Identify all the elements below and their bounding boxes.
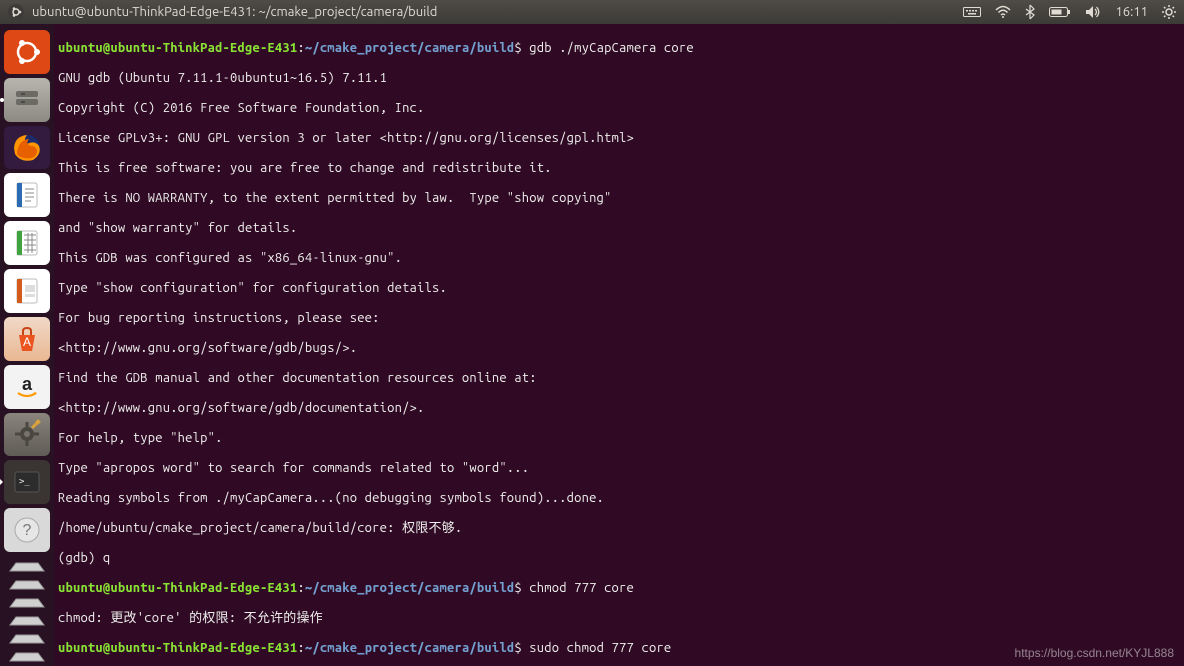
firefox-tile[interactable] [4,126,50,170]
terminal-line: ubuntu@ubuntu-ThinkPad-Edge-E431:~/cmake… [58,641,1180,656]
stack-item[interactable] [4,576,50,594]
terminal-output[interactable]: ubuntu@ubuntu-ThinkPad-Edge-E431:~/cmake… [54,24,1184,666]
stack-item[interactable] [4,558,50,576]
terminal-line: GNU gdb (Ubuntu 7.11.1-0ubuntu1~16.5) 7.… [58,71,1180,86]
sound-icon[interactable] [1085,5,1101,19]
ubuntu-logo-icon [8,4,24,20]
prompt-path: ~/cmake_project/camera/build [305,41,514,55]
window-title: ubuntu@ubuntu-ThinkPad-Edge-E431: ~/cmak… [32,5,437,19]
impress-tile[interactable] [4,269,50,313]
terminal-line: ubuntu@ubuntu-ThinkPad-Edge-E431:~/cmake… [58,41,1180,56]
svg-text:A: A [23,335,31,349]
clock[interactable]: 16:11 [1115,5,1148,19]
top-menubar: ubuntu@ubuntu-ThinkPad-Edge-E431: ~/cmak… [0,0,1184,24]
keyboard-icon[interactable] [963,5,981,19]
launcher: A a >_ ? [0,24,54,666]
stack-item[interactable] [4,612,50,630]
prompt-user: ubuntu@ubuntu-ThinkPad-Edge-E431 [58,41,297,55]
writer-tile[interactable] [4,173,50,217]
terminal-line: Copyright (C) 2016 Free Software Foundat… [58,101,1180,116]
terminal-line: <http://www.gnu.org/software/gdb/documen… [58,401,1180,416]
terminal-line: There is NO WARRANTY, to the extent perm… [58,191,1180,206]
terminal-line: /home/ubuntu/cmake_project/camera/build/… [58,521,1180,536]
calc-tile[interactable] [4,221,50,265]
svg-text:a: a [22,374,33,394]
terminal-line: (gdb) q [58,551,1180,566]
bluetooth-icon[interactable] [1025,4,1035,20]
launcher-running-stack [4,558,50,666]
dash-tile[interactable] [4,30,50,74]
terminal-line: <http://www.gnu.org/software/gdb/bugs/>. [58,341,1180,356]
stack-item[interactable] [4,648,50,666]
software-tile[interactable]: A [4,317,50,361]
terminal-tile[interactable]: >_ [4,460,50,504]
terminal-line: Reading symbols from ./myCapCamera...(no… [58,491,1180,506]
settings-tile[interactable] [4,413,50,457]
command-text: gdb ./myCapCamera core [529,41,694,55]
svg-text:>_: >_ [19,477,30,487]
terminal-line: Type "show configuration" for configurat… [58,281,1180,296]
terminal-line: and "show warranty" for details. [58,221,1180,236]
terminal-line: For help, type "help". [58,431,1180,446]
amazon-tile[interactable]: a [4,365,50,409]
terminal-line: License GPLv3+: GNU GPL version 3 or lat… [58,131,1180,146]
help-tile[interactable]: ? [4,508,50,552]
watermark: https://blog.csdn.net/KYJL888 [1015,646,1174,660]
terminal-line: For bug reporting instructions, please s… [58,311,1180,326]
terminal-line: This GDB was configured as "x86_64-linux… [58,251,1180,266]
terminal-line: Find the GDB manual and other documentat… [58,371,1180,386]
gear-icon[interactable] [1162,5,1176,19]
wifi-icon[interactable] [995,5,1011,19]
terminal-line: ubuntu@ubuntu-ThinkPad-Edge-E431:~/cmake… [58,581,1180,596]
terminal-line: chmod: 更改'core' 的权限: 不允许的操作 [58,611,1180,626]
files-tile[interactable] [4,78,50,122]
command-text: sudo chmod 777 core [529,641,671,655]
svg-text:?: ? [23,522,32,539]
terminal-line: Type "apropos word" to search for comman… [58,461,1180,476]
command-text: chmod 777 core [529,581,634,595]
terminal-line: This is free software: you are free to c… [58,161,1180,176]
stack-item[interactable] [4,594,50,612]
stack-item[interactable] [4,630,50,648]
battery-icon[interactable] [1049,6,1071,18]
